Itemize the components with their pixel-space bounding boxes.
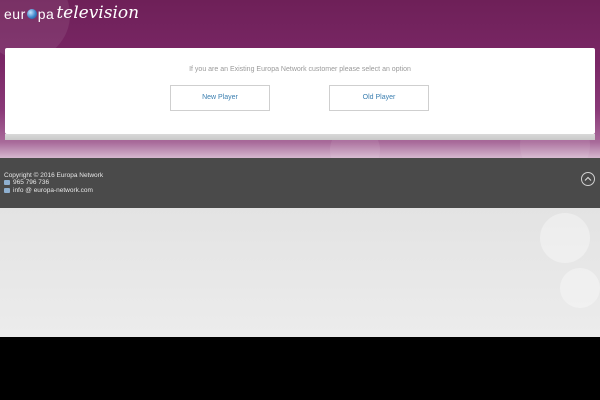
- selection-prompt: If you are an Existing Europa Network cu…: [189, 66, 411, 73]
- globe-icon: [26, 9, 37, 19]
- player-selection-card: If you are an Existing Europa Network cu…: [5, 48, 595, 134]
- bokeh-decoration: [540, 213, 590, 263]
- phone-line: 965 796 736: [4, 179, 49, 186]
- content-background: [0, 208, 600, 337]
- copyright-line: Copyright © 2016 Europa Network: [4, 172, 103, 179]
- footer: Copyright © 2016 Europa Network 965 796 …: [0, 158, 600, 208]
- logo-text-television: television: [56, 3, 140, 23]
- copyright-text: Copyright © 2016 Europa Network: [4, 172, 104, 179]
- logo-text-eur: eur: [4, 6, 26, 22]
- phone-icon: [4, 180, 10, 185]
- bottom-black-bar: [0, 337, 600, 400]
- old-player-button[interactable]: Old Player: [329, 85, 429, 111]
- email-line: info @ europa-network.com: [4, 187, 93, 194]
- card-bottom-bar: [5, 134, 595, 140]
- scroll-top-button[interactable]: [581, 172, 595, 186]
- chevron-up-icon: [584, 176, 592, 181]
- mail-icon: [4, 188, 10, 193]
- logo-text-pa: pa: [37, 6, 55, 22]
- phone-number: 965 796 736: [13, 179, 50, 186]
- europa-television-logo[interactable]: eur pa television: [4, 0, 139, 22]
- bokeh-decoration: [560, 268, 600, 308]
- email-address[interactable]: info @ europa-network.com: [13, 187, 93, 194]
- new-player-button[interactable]: New Player: [170, 85, 270, 111]
